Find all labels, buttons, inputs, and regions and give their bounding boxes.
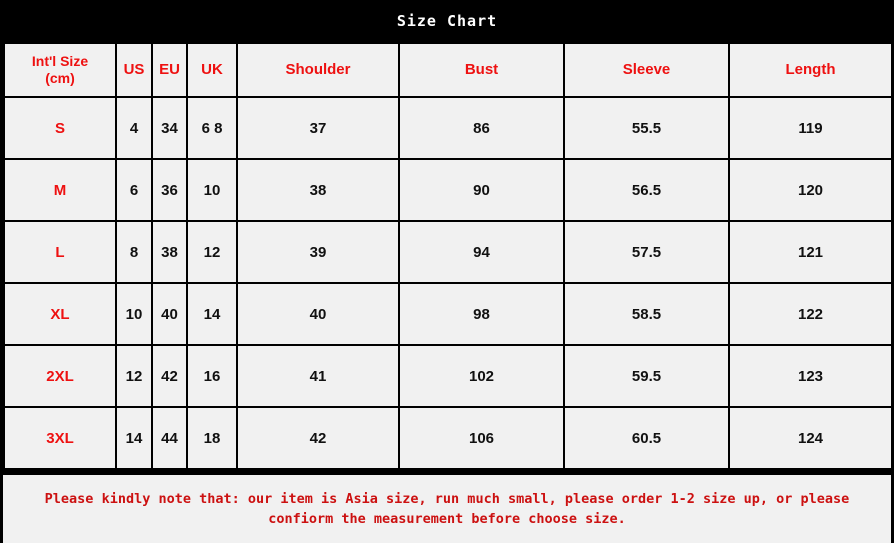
cell-bust: 98 xyxy=(398,282,565,346)
cell-shoulder: 42 xyxy=(236,406,400,470)
cell-sleeve: 57.5 xyxy=(563,220,730,284)
cell-shoulder: 38 xyxy=(236,158,400,222)
cell-uk: 6 8 xyxy=(186,96,238,160)
header-row: Int'l Size (cm) US EU UK Shoulder Bust S… xyxy=(3,42,893,98)
footer-note-text: Please kindly note that: our item is Asi… xyxy=(44,490,850,527)
size-chart-table: Int'l Size (cm) US EU UK Shoulder Bust S… xyxy=(3,42,893,470)
cell-eu: 42 xyxy=(151,344,188,408)
table-row: L 8 38 12 39 94 57.5 121 xyxy=(3,220,893,284)
column-header-eu: EU xyxy=(151,42,188,98)
table-body: S 4 34 6 8 37 86 55.5 119 M 6 36 10 38 9… xyxy=(3,96,893,470)
cell-sleeve: 56.5 xyxy=(563,158,730,222)
cell-us: 10 xyxy=(115,282,153,346)
column-header-uk: UK xyxy=(186,42,238,98)
cell-eu: 44 xyxy=(151,406,188,470)
cell-bust: 94 xyxy=(398,220,565,284)
cell-us: 14 xyxy=(115,406,153,470)
cell-eu: 38 xyxy=(151,220,188,284)
cell-uk: 10 xyxy=(186,158,238,222)
table-row: 2XL 12 42 16 41 102 59.5 123 xyxy=(3,344,893,408)
title-bar: Size Chart xyxy=(0,0,894,42)
column-header-shoulder: Shoulder xyxy=(236,42,400,98)
column-header-sleeve: Sleeve xyxy=(563,42,730,98)
footer-note-banner: Please kindly note that: our item is Asi… xyxy=(3,473,891,543)
table-row: M 6 36 10 38 90 56.5 120 xyxy=(3,158,893,222)
cell-length: 123 xyxy=(728,344,893,408)
column-header-length: Length xyxy=(728,42,893,98)
cell-size: 2XL xyxy=(3,344,117,408)
column-header-bust: Bust xyxy=(398,42,565,98)
cell-us: 6 xyxy=(115,158,153,222)
cell-eu: 34 xyxy=(151,96,188,160)
cell-sleeve: 60.5 xyxy=(563,406,730,470)
cell-length: 124 xyxy=(728,406,893,470)
cell-us: 4 xyxy=(115,96,153,160)
cell-size: M xyxy=(3,158,117,222)
cell-length: 119 xyxy=(728,96,893,160)
cell-bust: 106 xyxy=(398,406,565,470)
cell-sleeve: 59.5 xyxy=(563,344,730,408)
cell-uk: 14 xyxy=(186,282,238,346)
column-header-intl-size-line2: (cm) xyxy=(45,70,75,86)
cell-size: 3XL xyxy=(3,406,117,470)
column-header-intl-size-line1: Int'l Size xyxy=(31,52,89,69)
cell-shoulder: 37 xyxy=(236,96,400,160)
cell-us: 8 xyxy=(115,220,153,284)
cell-bust: 90 xyxy=(398,158,565,222)
cell-length: 120 xyxy=(728,158,893,222)
table-row: XL 10 40 14 40 98 58.5 122 xyxy=(3,282,893,346)
column-header-us: US xyxy=(115,42,153,98)
cell-eu: 40 xyxy=(151,282,188,346)
cell-length: 122 xyxy=(728,282,893,346)
cell-bust: 86 xyxy=(398,96,565,160)
cell-uk: 12 xyxy=(186,220,238,284)
table-row: S 4 34 6 8 37 86 55.5 119 xyxy=(3,96,893,160)
cell-shoulder: 41 xyxy=(236,344,400,408)
cell-bust: 102 xyxy=(398,344,565,408)
column-header-intl-size: Int'l Size (cm) xyxy=(3,42,117,98)
cell-size: S xyxy=(3,96,117,160)
cell-shoulder: 40 xyxy=(236,282,400,346)
cell-length: 121 xyxy=(728,220,893,284)
cell-uk: 18 xyxy=(186,406,238,470)
cell-shoulder: 39 xyxy=(236,220,400,284)
cell-sleeve: 55.5 xyxy=(563,96,730,160)
page-title: Size Chart xyxy=(396,12,498,30)
size-chart-table-wrapper: Int'l Size (cm) US EU UK Shoulder Bust S… xyxy=(0,42,894,470)
cell-sleeve: 58.5 xyxy=(563,282,730,346)
table-header: Int'l Size (cm) US EU UK Shoulder Bust S… xyxy=(3,42,893,98)
cell-uk: 16 xyxy=(186,344,238,408)
cell-us: 12 xyxy=(115,344,153,408)
table-row: 3XL 14 44 18 42 106 60.5 124 xyxy=(3,406,893,470)
cell-size: L xyxy=(3,220,117,284)
cell-eu: 36 xyxy=(151,158,188,222)
size-chart-page: Size Chart Int'l Size (cm) US EU UK Shou… xyxy=(0,0,894,543)
cell-size: XL xyxy=(3,282,117,346)
